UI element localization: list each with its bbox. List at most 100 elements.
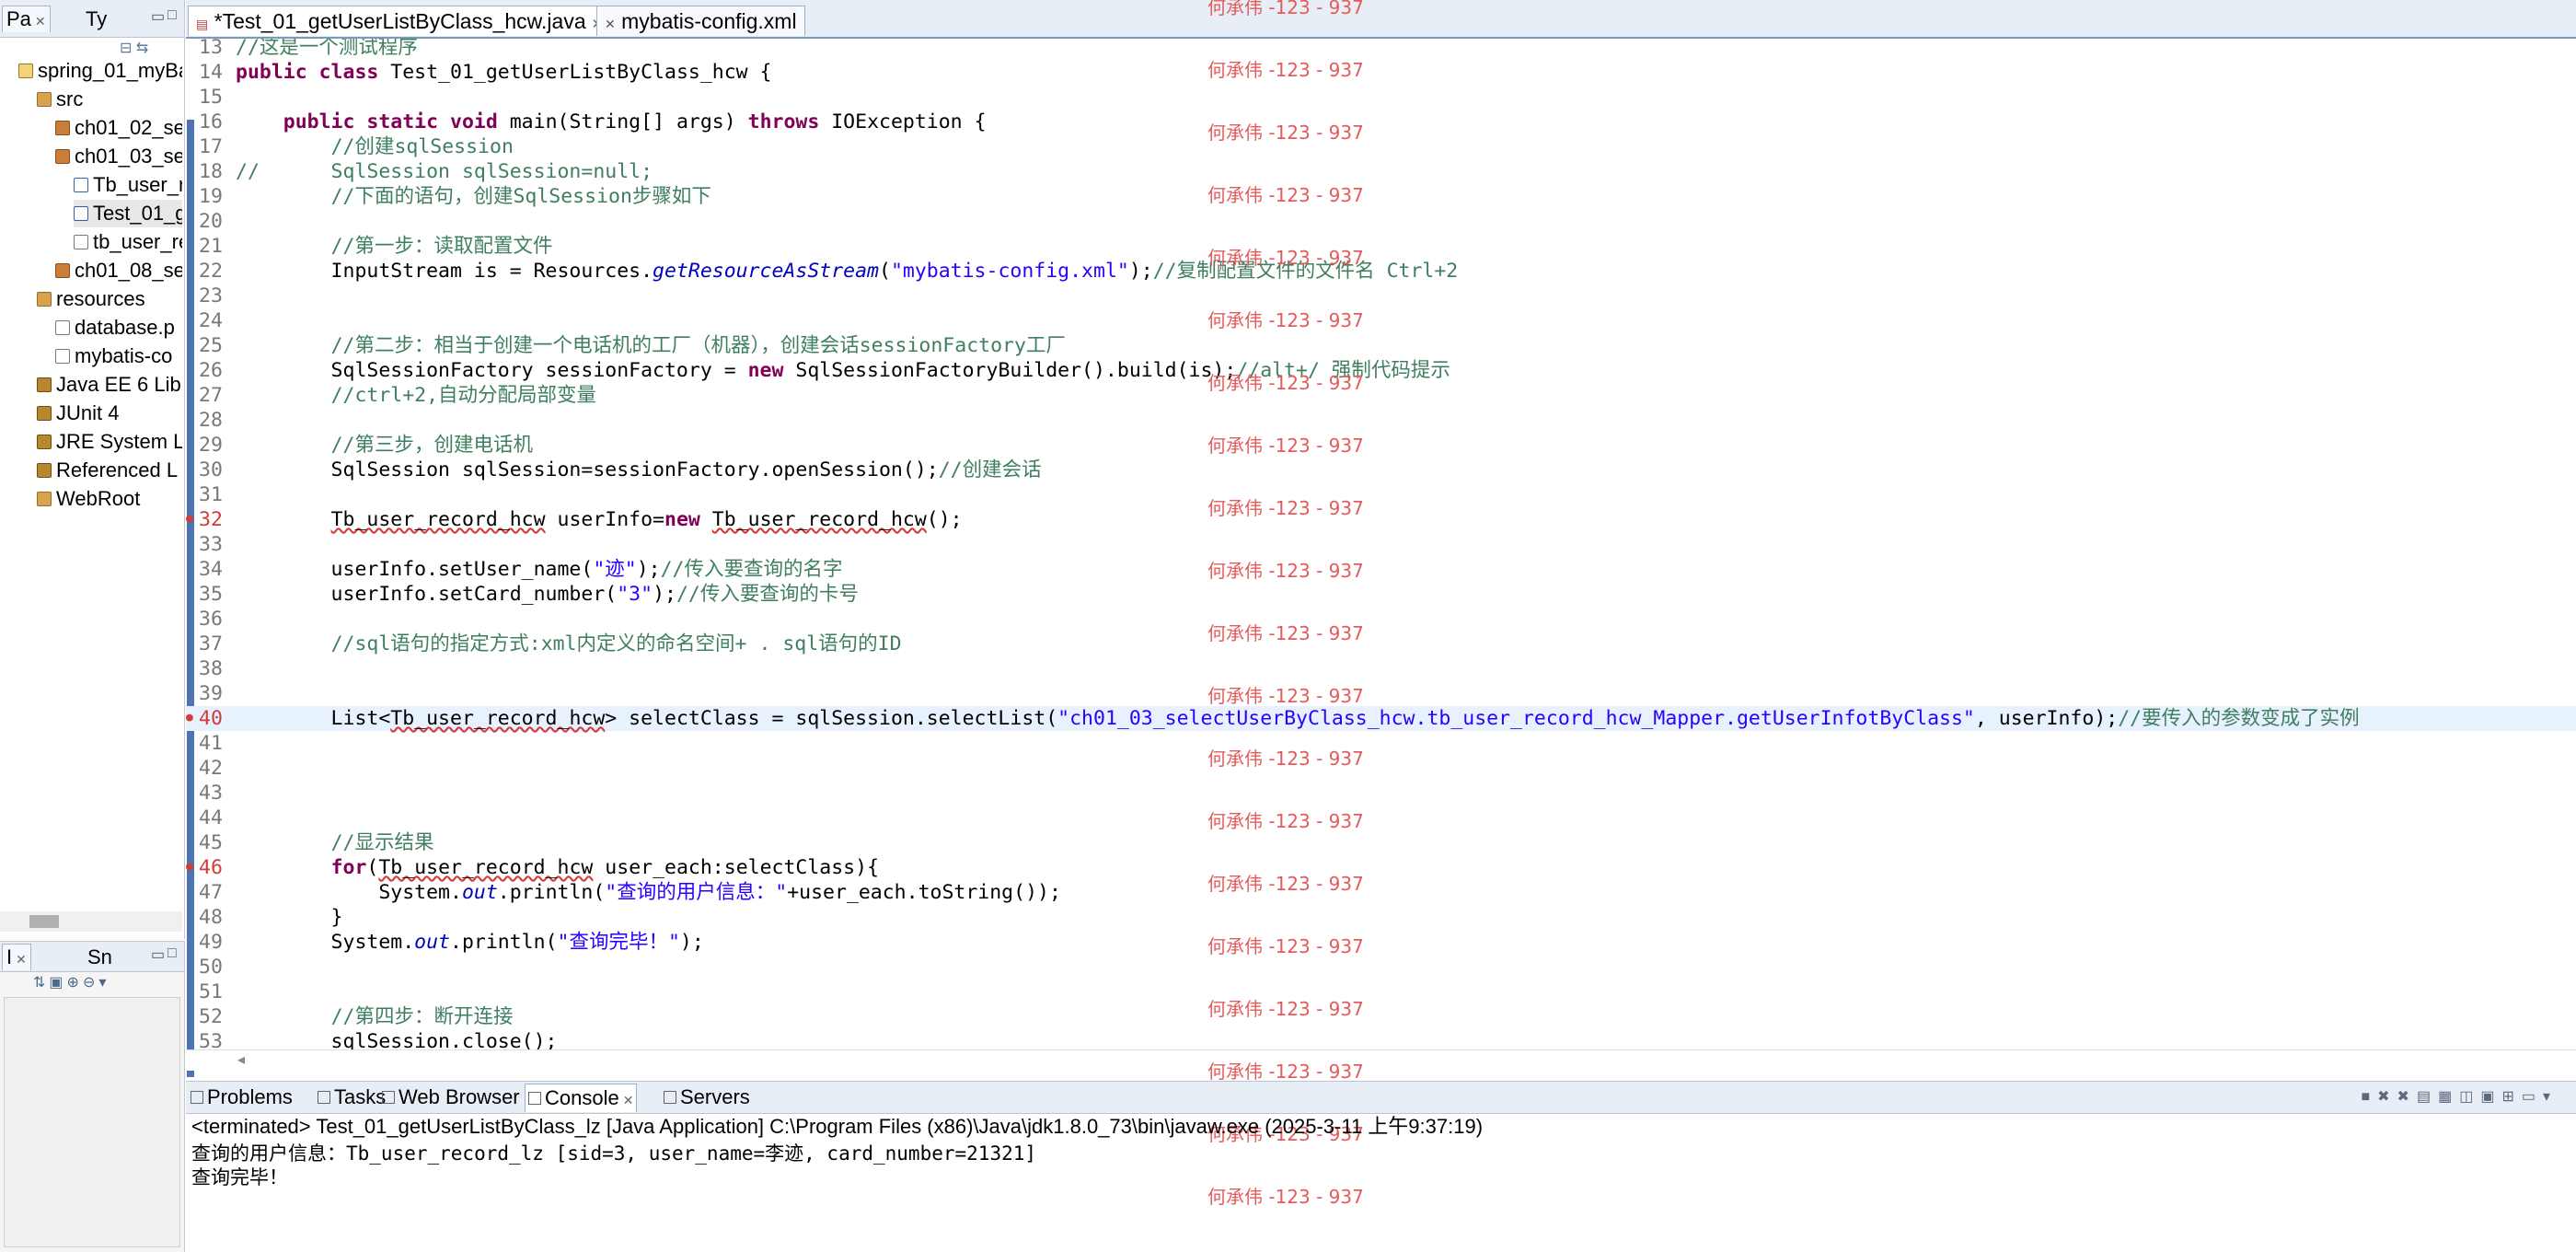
horizontal-scrollbar[interactable] (0, 911, 182, 932)
code-line[interactable]: 50 (186, 955, 2576, 980)
tab-tasks[interactable]: Tasks (315, 1084, 388, 1111)
open-console-icon[interactable]: ⊞ (2501, 1089, 2521, 1105)
clear-console-icon[interactable]: ▤ (2417, 1089, 2438, 1105)
tree-item[interactable]: JUnit 4 (37, 400, 182, 427)
tree-item[interactable]: Referenced L (37, 457, 182, 484)
tree-item[interactable]: Java EE 6 Libr (37, 371, 182, 399)
scroll-lock-icon[interactable]: ▦ (2438, 1089, 2459, 1105)
code-line[interactable]: 19 //下面的语句，创建SqlSession步骤如下 (186, 184, 2576, 209)
code-line[interactable]: 29 //第三步，创建电话机 (186, 433, 2576, 458)
close-icon[interactable]: ✕ (623, 1093, 634, 1107)
code-line[interactable]: 25 //第二步：相当于创建一个电话机的工厂（机器），创建会话sessionFa… (186, 333, 2576, 358)
minimize-icon[interactable]: ▭ (151, 7, 165, 26)
code-line[interactable]: 42 (186, 756, 2576, 781)
error-marker-icon[interactable]: ● (186, 513, 195, 525)
hide-fields-icon[interactable]: ▣ (49, 975, 66, 991)
code-line[interactable]: 14 public class Test_01_getUserListByClas… (186, 60, 2576, 85)
maximize-icon[interactable]: □ (167, 945, 177, 962)
code-line[interactable]: 37 //sql语句的指定方式:xml内定义的命名空间+ . sql语句的ID (186, 632, 2576, 656)
code-line[interactable]: 21 //第一步：读取配置文件 (186, 234, 2576, 259)
editor-horizontal-scrollbar[interactable]: ◂ (186, 1049, 2576, 1071)
remove-launch-icon[interactable]: ✖ (2377, 1089, 2397, 1105)
tree-item[interactable]: database.p (55, 314, 182, 342)
tree-item[interactable]: ch01_03_se (55, 143, 182, 170)
tab-package-explorer[interactable]: Pa ✕ (2, 6, 51, 32)
tab-outline[interactable]: I ✕ (2, 944, 31, 970)
code-line[interactable]: 22 InputStream is = Resources.getResourc… (186, 259, 2576, 284)
tab-mybatis-config[interactable]: ✕ mybatis-config.xml (596, 6, 805, 36)
tree-item[interactable]: Test_01_g (74, 200, 182, 227)
code-line[interactable]: 44 (186, 806, 2576, 830)
code-line[interactable]: 49 System.out.println("查询完毕！"); (186, 930, 2576, 955)
tree-item[interactable]: mybatis-co (55, 342, 182, 370)
code-line[interactable]: 32 ● Tb_user_record_hcw userInfo=new Tb_u… (186, 507, 2576, 532)
tab-problems[interactable]: Problems (188, 1084, 295, 1111)
code-line[interactable]: 23 (186, 284, 2576, 308)
code-line[interactable]: 43 (186, 781, 2576, 806)
code-line[interactable]: 24 (186, 308, 2576, 333)
code-line[interactable]: 18 // SqlSession sqlSession=null; (186, 159, 2576, 184)
tree-item[interactable]: JRE System Li (37, 428, 182, 456)
tree-item[interactable]: ch01_02_se (55, 114, 182, 142)
display-console-icon[interactable]: ▣ (2480, 1089, 2501, 1105)
view-menu-icon[interactable]: ▾ (2543, 1089, 2558, 1105)
tree-item[interactable]: src (37, 86, 182, 113)
close-icon[interactable]: ✕ (16, 952, 27, 967)
view-menu-icon[interactable]: ▾ (98, 975, 110, 991)
maximize-icon[interactable]: □ (167, 7, 177, 24)
minimize-icon[interactable]: ▭ (2522, 1089, 2543, 1105)
code-line[interactable]: 33 (186, 532, 2576, 557)
error-marker-icon[interactable]: ● (186, 712, 195, 724)
code-line[interactable]: 39 (186, 681, 2576, 706)
code-editor[interactable]: 13 //这是一个测试程序 14 public class Test_01_getUs… (186, 39, 2576, 1079)
minimize-icon[interactable]: ▭ (151, 945, 165, 964)
code-line[interactable]: 15 (186, 85, 2576, 110)
code-line[interactable]: 34 userInfo.setUser_name("迹");//传入要查询的名字 (186, 557, 2576, 582)
code-line[interactable]: 35 userInfo.setCard_number("3");//传入要查询的… (186, 582, 2576, 607)
code-line[interactable]: 16 public static void main(String[] args… (186, 110, 2576, 134)
code-line[interactable]: 20 (186, 209, 2576, 234)
code-line[interactable]: 31 (186, 482, 2576, 507)
sort-icon[interactable]: ⇅ (33, 975, 49, 991)
code-line[interactable]: 47 System.out.println("查询的用户信息："+user_ea… (186, 880, 2576, 905)
code-line[interactable]: 26 SqlSessionFactory sessionFactory = ne… (186, 358, 2576, 383)
code-line[interactable]: 40 ● List<Tb_user_record_hcw> selectClass… (186, 706, 2576, 731)
code-line[interactable]: 52 //第四步：断开连接 (186, 1004, 2576, 1029)
tab-web-browser[interactable]: Web Browser (379, 1084, 523, 1111)
tab-snippets[interactable]: Sn (83, 944, 117, 970)
zoom-in-icon[interactable]: ⊕ (67, 975, 83, 991)
tab-console[interactable]: Console ✕ (525, 1084, 638, 1112)
tab-servers[interactable]: Servers (661, 1084, 753, 1111)
tree-item[interactable]: Tb_user_r (74, 171, 182, 199)
code-line[interactable]: 51 (186, 980, 2576, 1004)
error-marker-icon[interactable]: ● (186, 861, 195, 873)
code-line[interactable]: 45 //显示结果 (186, 830, 2576, 855)
close-icon[interactable]: ✕ (35, 14, 46, 29)
code-line[interactable]: 28 (186, 408, 2576, 433)
code-line[interactable]: 46 ● for(Tb_user_record_hcw user_each:sel… (186, 855, 2576, 880)
code-line[interactable]: 38 (186, 656, 2576, 681)
tab-type-hierarchy[interactable]: Ty (81, 6, 112, 32)
remove-all-icon[interactable]: ✖ (2397, 1089, 2417, 1105)
collapse-all-icon[interactable]: ⊟ (120, 41, 132, 56)
code-line[interactable]: 41 (186, 731, 2576, 756)
tree-item[interactable]: tb_user_re (74, 228, 182, 256)
code-line[interactable]: 17 //创建sqlSession (186, 134, 2576, 159)
code-line[interactable]: 30 SqlSession sqlSession=sessionFactory.… (186, 458, 2576, 482)
code-text: public static void main(String[] args) t… (236, 110, 987, 134)
tree-item[interactable]: WebRoot (37, 485, 182, 513)
pin-console-icon[interactable]: ◫ (2459, 1089, 2480, 1105)
tab-test-java-file[interactable]: ▤ *Test_01_getUserListByClass_hcw.java✕ (188, 6, 612, 36)
code-line[interactable]: 27 //ctrl+2,自动分配局部变量 (186, 383, 2576, 408)
scrollbar-thumb[interactable] (29, 915, 59, 928)
scroll-left-icon[interactable]: ◂ (237, 1050, 245, 1069)
zoom-out-icon[interactable]: ⊖ (83, 975, 98, 991)
terminate-icon[interactable]: ■ (2361, 1089, 2377, 1105)
tree-item[interactable]: ch01_08_se (55, 257, 182, 284)
tree-item[interactable]: resources (37, 285, 182, 313)
code-line[interactable]: 36 (186, 607, 2576, 632)
link-with-editor-icon[interactable]: ⇆ (136, 41, 148, 56)
tree-item[interactable]: spring_01_myBa (18, 57, 182, 85)
code-line[interactable]: 48 } (186, 905, 2576, 930)
code-line[interactable]: 13 //这是一个测试程序 (186, 39, 2576, 60)
